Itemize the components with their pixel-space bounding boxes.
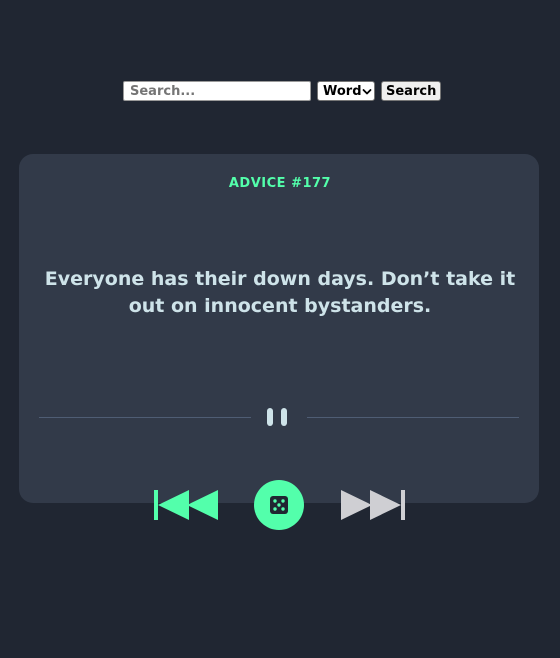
dice-icon [270, 496, 288, 514]
advice-id: ADVICE #177 [228, 176, 332, 191]
search-button[interactable]: Search [381, 81, 442, 101]
advice-quote: Everyone has their down days. Don’t take… [44, 268, 516, 317]
pause-icon [267, 408, 291, 426]
search-bar: Word Search [123, 80, 442, 102]
divider-line-right [307, 417, 519, 418]
skip-next-icon [341, 490, 405, 520]
skip-previous-icon [154, 490, 218, 520]
next-advice-button[interactable] [339, 488, 405, 522]
random-advice-button[interactable] [254, 480, 304, 530]
search-mode-select[interactable]: Word [317, 81, 375, 101]
divider-line-left [39, 417, 251, 418]
previous-advice-button[interactable] [154, 488, 220, 522]
search-input[interactable] [123, 81, 311, 101]
advice-card [19, 154, 539, 503]
chevron-down-icon [362, 86, 372, 96]
pattern-divider [39, 404, 519, 430]
search-mode-selected: Word [323, 83, 362, 99]
